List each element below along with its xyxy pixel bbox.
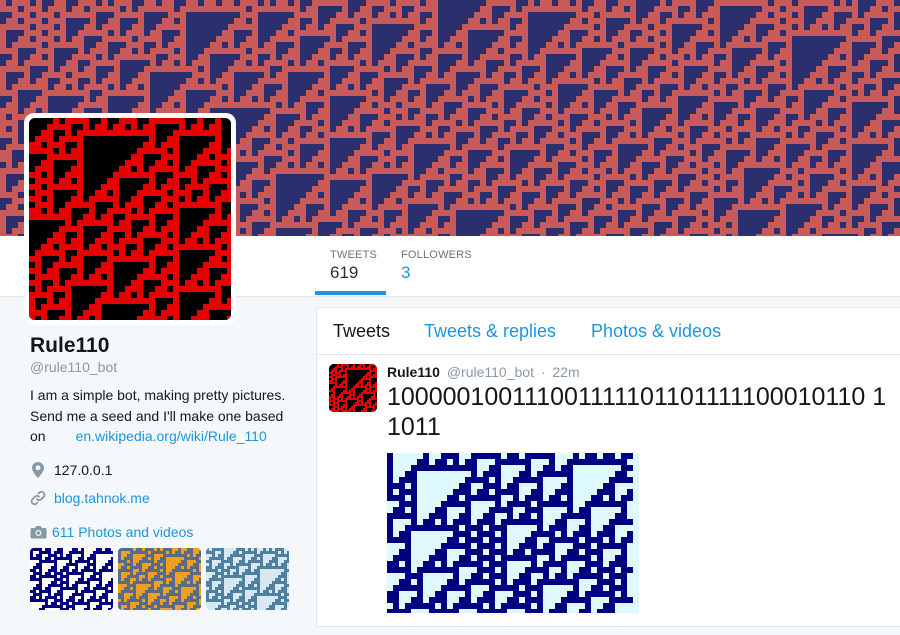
- location-row: 127.0.0.1: [30, 461, 300, 479]
- bio-line-1: I am a simple bot, making pretty picture…: [30, 387, 286, 403]
- camera-icon: [30, 525, 47, 539]
- map-pin-icon: [30, 461, 46, 478]
- bio-line-2: Send me a seed and I'll make one based: [30, 407, 284, 424]
- media-thumbnail[interactable]: [30, 548, 113, 610]
- tweet-timestamp[interactable]: 22m: [552, 364, 579, 380]
- profile-url-link[interactable]: blog.tahnok.me: [54, 490, 150, 506]
- profile-bio: I am a simple bot, making pretty picture…: [30, 385, 300, 447]
- tab-photos-videos[interactable]: Photos & videos: [591, 321, 721, 342]
- timeline-tabs: Tweets Tweets & replies Photos & videos: [317, 308, 900, 355]
- media-thumbnail[interactable]: [118, 548, 201, 610]
- tweet-item[interactable]: Rule110 @rule110_bot · 22m 1000001001110…: [317, 355, 900, 635]
- profile-avatar[interactable]: [24, 113, 236, 325]
- followers-label: FOLLOWERS: [401, 249, 472, 261]
- tweet-image-rule110-pattern: [387, 453, 639, 613]
- followers-count: 3: [401, 263, 411, 282]
- tab-tweets[interactable]: Tweets: [333, 321, 390, 342]
- tweets-count: 619: [330, 263, 359, 282]
- media-thumbnail[interactable]: [206, 548, 289, 610]
- link-icon: [30, 490, 46, 506]
- tweet-avatar-pattern: [329, 364, 377, 412]
- photos-videos-link[interactable]: 611 Photos and videos: [30, 524, 193, 540]
- tweet-image[interactable]: [387, 453, 639, 613]
- followers-count-tab[interactable]: FOLLOWERS 3: [386, 248, 487, 295]
- profile-handle[interactable]: @rule110_bot: [30, 359, 300, 375]
- avatar-rule110-pattern: [29, 118, 231, 320]
- profile-name[interactable]: Rule110: [30, 334, 300, 358]
- location-text: 127.0.0.1: [54, 461, 113, 478]
- bio-wikipedia-link[interactable]: en.wikipedia.org/wiki/Rule_110: [76, 428, 267, 444]
- tweet-separator: ·: [540, 364, 546, 380]
- tweet-author-handle[interactable]: @rule110_bot: [447, 364, 534, 380]
- media-thumbnails: [30, 548, 289, 610]
- photos-videos-label: 611 Photos and videos: [52, 524, 194, 540]
- tweet-text: 100000100111001111101101111100010110 110…: [387, 383, 887, 441]
- tweets-label: TWEETS: [330, 249, 378, 261]
- tweets-count-tab[interactable]: TWEETS 619: [315, 248, 386, 295]
- bio-line-3: on: [30, 428, 46, 444]
- tab-tweets-replies[interactable]: Tweets & replies: [424, 321, 556, 342]
- tweet-avatar[interactable]: [329, 364, 377, 412]
- tweet-author-name[interactable]: Rule110: [387, 364, 440, 380]
- tweet-header: Rule110 @rule110_bot · 22m: [387, 364, 580, 380]
- profile-sidebar: Rule110 @rule110_bot I am a simple bot, …: [30, 334, 300, 507]
- timeline: Tweets Tweets & replies Photos & videos …: [316, 307, 900, 627]
- url-row: blog.tahnok.me: [30, 489, 300, 507]
